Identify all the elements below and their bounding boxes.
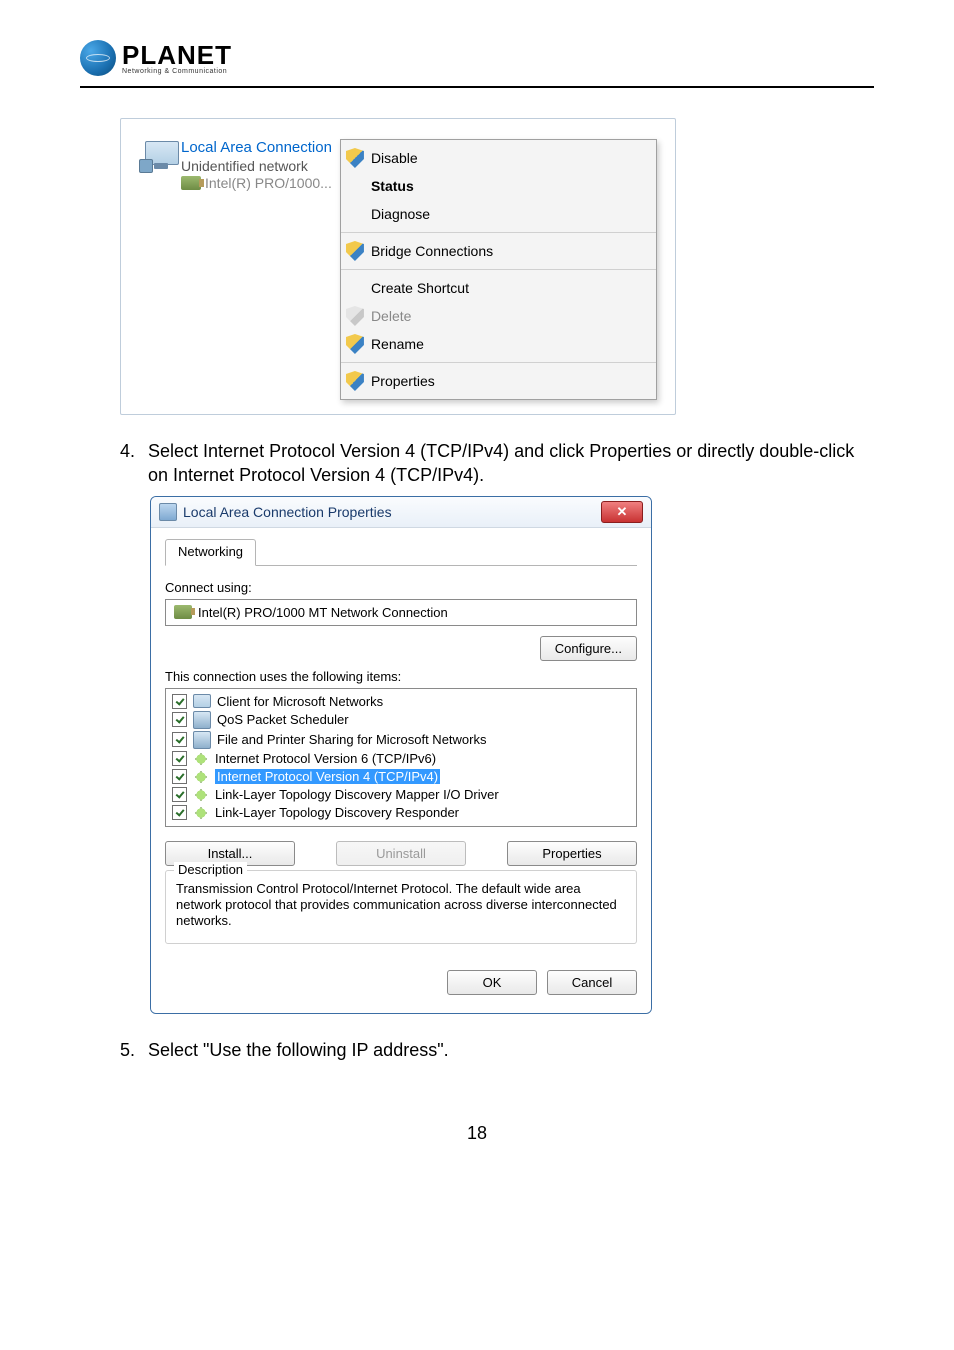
checkbox[interactable] bbox=[172, 751, 187, 766]
nic-icon bbox=[181, 176, 201, 190]
step-number: 4. bbox=[120, 439, 148, 488]
items-label: This connection uses the following items… bbox=[165, 669, 637, 684]
tab-strip: Networking bbox=[165, 538, 637, 566]
checkbox[interactable] bbox=[172, 694, 187, 709]
shield-icon bbox=[346, 148, 364, 168]
ctx-diagnose[interactable]: Diagnose bbox=[341, 200, 656, 228]
logo-title: PLANET bbox=[122, 42, 232, 68]
protocol-icon bbox=[193, 805, 209, 821]
list-item[interactable]: Client for Microsoft Networks bbox=[172, 693, 630, 710]
item-label: File and Printer Sharing for Microsoft N… bbox=[217, 732, 486, 747]
step-text: Select Internet Protocol Version 4 (TCP/… bbox=[148, 439, 874, 488]
ctx-status[interactable]: Status bbox=[341, 172, 656, 200]
list-item[interactable]: QoS Packet Scheduler bbox=[172, 710, 630, 730]
connection-name[interactable]: Local Area Connection bbox=[181, 139, 332, 156]
checkbox[interactable] bbox=[172, 805, 187, 820]
item-label: Internet Protocol Version 6 (TCP/IPv6) bbox=[215, 751, 436, 766]
item-label: Client for Microsoft Networks bbox=[217, 694, 383, 709]
ctx-label: Delete bbox=[371, 308, 411, 324]
checkbox[interactable] bbox=[172, 769, 187, 784]
ctx-bridge[interactable]: Bridge Connections bbox=[341, 237, 656, 265]
nic-icon bbox=[174, 605, 192, 619]
shield-icon bbox=[346, 306, 364, 326]
step-number: 5. bbox=[120, 1038, 148, 1062]
list-item[interactable]: Link-Layer Topology Discovery Mapper I/O… bbox=[172, 786, 630, 804]
description-legend: Description bbox=[174, 862, 247, 877]
description-text: Transmission Control Protocol/Internet P… bbox=[176, 881, 626, 930]
list-item[interactable]: Internet Protocol Version 6 (TCP/IPv6) bbox=[172, 750, 630, 768]
description-group: Description Transmission Control Protoco… bbox=[165, 870, 637, 945]
item-label: QoS Packet Scheduler bbox=[217, 712, 349, 727]
item-label: Link-Layer Topology Discovery Responder bbox=[215, 805, 459, 820]
connection-status: Unidentified network bbox=[181, 158, 332, 174]
list-item[interactable]: File and Printer Sharing for Microsoft N… bbox=[172, 730, 630, 750]
connection-adapter: Intel(R) PRO/1000... bbox=[205, 175, 332, 191]
close-button[interactable]: ✕ bbox=[601, 501, 643, 523]
ctx-label: Properties bbox=[371, 373, 435, 389]
step-5: 5. Select "Use the following IP address"… bbox=[120, 1038, 874, 1062]
dialog-titlebar: Local Area Connection Properties ✕ bbox=[151, 497, 651, 528]
ctx-label: Status bbox=[371, 178, 414, 194]
step-text: Select "Use the following IP address". bbox=[148, 1038, 449, 1062]
logo-globe-icon bbox=[80, 40, 116, 76]
context-menu: Disable Status Diagnose Bridge C bbox=[340, 139, 657, 400]
ctx-label: Diagnose bbox=[371, 206, 430, 222]
item-label: Internet Protocol Version 4 (TCP/IPv4) bbox=[215, 769, 440, 784]
step-4: 4. Select Internet Protocol Version 4 (T… bbox=[120, 439, 874, 488]
ctx-label: Disable bbox=[371, 150, 418, 166]
protocol-icon bbox=[193, 787, 209, 803]
ctx-properties[interactable]: Properties bbox=[341, 367, 656, 395]
logo-subtitle: Networking & Communication bbox=[122, 68, 232, 75]
page-number: 18 bbox=[80, 1123, 874, 1144]
adapter-name: Intel(R) PRO/1000 MT Network Connection bbox=[198, 605, 448, 620]
header-divider bbox=[80, 86, 874, 88]
checkbox[interactable] bbox=[172, 732, 187, 747]
ctx-delete: Delete bbox=[341, 302, 656, 330]
ctx-disable[interactable]: Disable bbox=[341, 144, 656, 172]
checkbox[interactable] bbox=[172, 712, 187, 727]
connect-using-label: Connect using: bbox=[165, 580, 637, 595]
ctx-rename[interactable]: Rename bbox=[341, 330, 656, 358]
list-item[interactable]: Link-Layer Topology Discovery Responder bbox=[172, 804, 630, 822]
scheduler-icon bbox=[193, 711, 211, 729]
protocol-icon bbox=[193, 751, 209, 767]
items-list: Client for Microsoft Networks QoS Packet… bbox=[165, 688, 637, 827]
client-icon bbox=[193, 694, 211, 708]
ctx-label: Bridge Connections bbox=[371, 243, 493, 259]
item-label: Link-Layer Topology Discovery Mapper I/O… bbox=[215, 787, 499, 802]
shield-icon bbox=[346, 241, 364, 261]
list-item-selected[interactable]: Internet Protocol Version 4 (TCP/IPv4) bbox=[172, 768, 630, 786]
adapter-field: Intel(R) PRO/1000 MT Network Connection bbox=[165, 599, 637, 626]
service-icon bbox=[193, 731, 211, 749]
network-adapter-icon bbox=[139, 139, 175, 400]
network-connections-screenshot: Local Area Connection Unidentified netwo… bbox=[120, 118, 676, 415]
ctx-label: Create Shortcut bbox=[371, 280, 469, 296]
cancel-button[interactable]: Cancel bbox=[547, 970, 637, 995]
configure-button[interactable]: Configure... bbox=[540, 636, 637, 661]
checkbox[interactable] bbox=[172, 787, 187, 802]
tab-networking[interactable]: Networking bbox=[165, 539, 256, 566]
ctx-label: Rename bbox=[371, 336, 424, 352]
dialog-icon bbox=[159, 503, 177, 521]
ok-button[interactable]: OK bbox=[447, 970, 537, 995]
protocol-icon bbox=[193, 769, 209, 785]
connection-properties-dialog: Local Area Connection Properties ✕ Netwo… bbox=[150, 496, 652, 1015]
logo: PLANET Networking & Communication bbox=[80, 40, 874, 76]
properties-button[interactable]: Properties bbox=[507, 841, 637, 866]
dialog-title: Local Area Connection Properties bbox=[183, 504, 601, 520]
uninstall-button: Uninstall bbox=[336, 841, 466, 866]
shield-icon bbox=[346, 371, 364, 391]
ctx-create-shortcut[interactable]: Create Shortcut bbox=[341, 274, 656, 302]
shield-icon bbox=[346, 334, 364, 354]
